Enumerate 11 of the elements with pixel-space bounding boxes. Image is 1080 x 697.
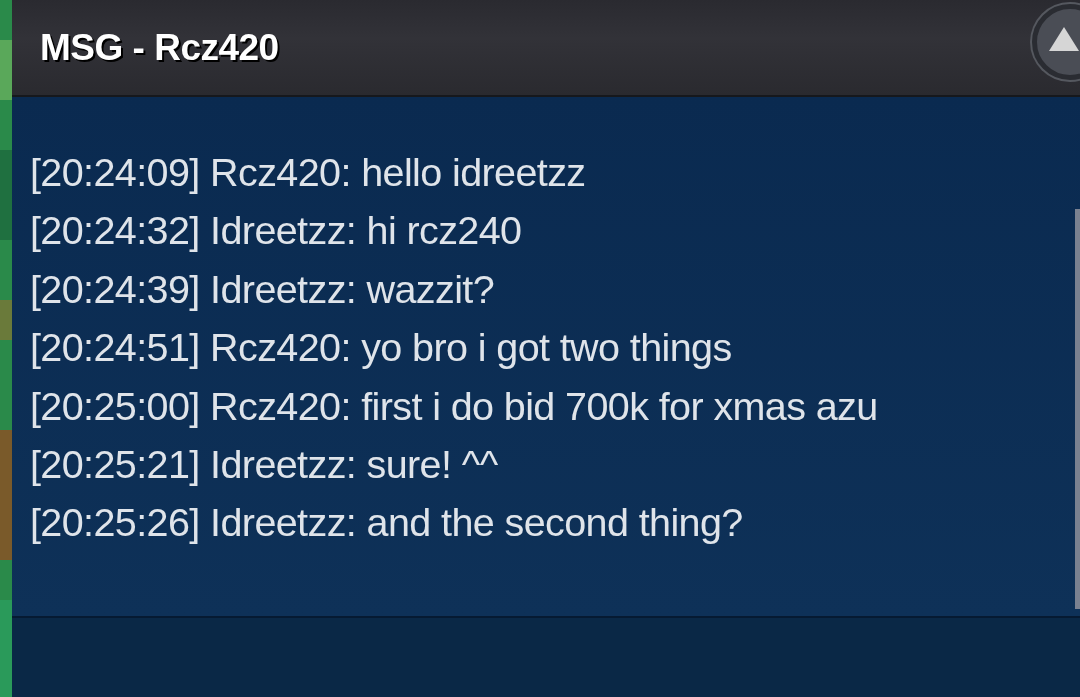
chat-message: [20:24:39] Idreetzz: wazzit? (30, 265, 496, 313)
window-title: MSG - Rcz420 (40, 26, 279, 69)
chat-message: [20:24:09] Rcz420: hello idreetzz (30, 149, 587, 196)
chat-message: [20:25:21] Idreetzz: sure! ^^ (30, 441, 499, 489)
chat-message: [20:25:00] Rcz420: first i do bid 700k for xmas azu (30, 382, 879, 430)
up-arrow-icon (1047, 25, 1080, 53)
chat-message: [20:24:32] Idreetzz: hi rcz240 (30, 207, 523, 255)
scrollbar[interactable] (1075, 209, 1080, 609)
chat-message: [20:25:26] Idreetzz: and the second thing? (30, 499, 744, 547)
chat-message: [20:24:51] Rcz420: yo bro i got two things (30, 324, 733, 372)
input-field[interactable] (12, 618, 1080, 697)
